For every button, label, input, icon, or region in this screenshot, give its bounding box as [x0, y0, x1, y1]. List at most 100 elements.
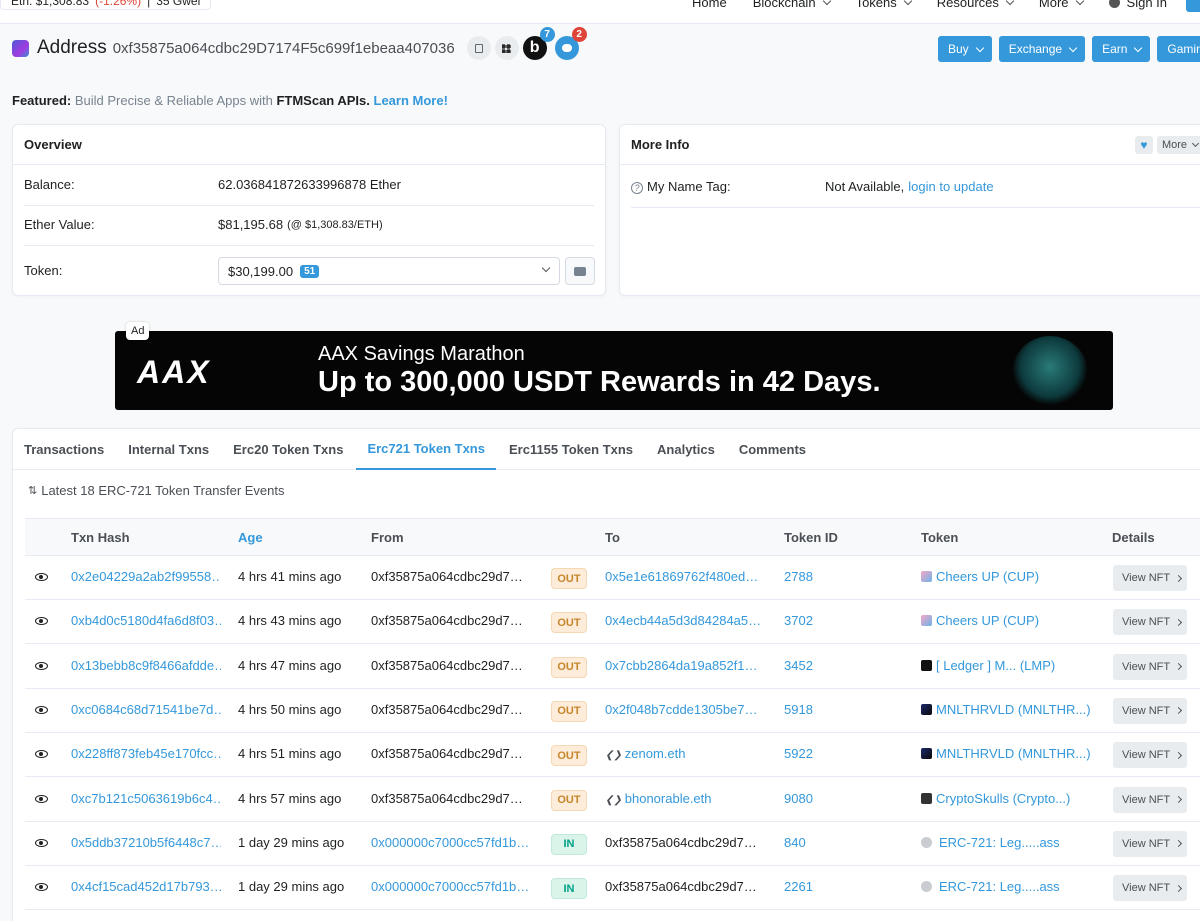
view-details-eye-button[interactable] [31, 879, 51, 895]
view-nft-button[interactable]: View NFT [1113, 609, 1187, 636]
ens-icon: ❮❯ [605, 794, 622, 806]
chevron-down-icon [822, 0, 831, 6]
eth-price: Eth: $1,308.83 [11, 0, 90, 8]
token-link[interactable]: MNLTHRVLD (MNLTHR...) [921, 702, 1101, 717]
txn-hash-link[interactable]: 0xc7b121c5063619b6c4… [71, 791, 221, 806]
network-switch-button[interactable] [1186, 0, 1200, 12]
txn-age: 4 hrs 57 mins ago [238, 790, 342, 806]
chevron-right-icon [1175, 884, 1183, 892]
login-to-update-link[interactable]: login to update [908, 179, 993, 194]
chevron-down-icon [1068, 43, 1078, 52]
txn-hash-link[interactable]: 0x2e04229a2ab2f99558… [71, 569, 221, 584]
view-nft-button[interactable]: View NFT [1113, 830, 1187, 857]
token-link[interactable]: Cheers UP (CUP) [921, 613, 1101, 628]
txn-hash-link[interactable]: 0x13bebb8c9f8466afdde… [71, 658, 221, 673]
view-details-eye-button[interactable] [31, 702, 51, 718]
chat-button[interactable]: 2 [554, 27, 587, 60]
token-portfolio-button[interactable] [565, 257, 595, 285]
ether-value: $81,195.68 [218, 217, 284, 232]
token-id-link[interactable]: 3702 [784, 613, 813, 628]
token-link[interactable]: [ Ledger ] M... (LMP) [921, 658, 1101, 673]
tab-internal-txns[interactable]: Internal Txns [117, 429, 220, 470]
token-link[interactable]: ERC-721: Leg.....ass [921, 879, 1101, 894]
question-icon: ? [631, 182, 643, 194]
table-row: 0xb4d0c5180d4fa6d8f03… 4 hrs 43 mins ago 0… [25, 600, 1200, 645]
sign-in-link[interactable]: Sign In [1108, 0, 1167, 10]
more-info-card: More Info ♥ More ? My Name Tag: Not Avail… [619, 124, 1200, 296]
copy-icon [474, 43, 483, 53]
txn-age: 4 hrs 50 mins ago [238, 701, 342, 717]
txn-hash-link[interactable]: 0x228ff873feb45e170fcc… [71, 746, 221, 761]
more-dropdown-button[interactable]: More [1156, 135, 1200, 154]
nav-home[interactable]: Home [692, 0, 727, 10]
from-address: 0xf35875a064cdbc29d7… [371, 613, 523, 629]
eth-price-chip: Eth: $1,308.83 (-1.26%) | 35 Gwei [0, 0, 212, 10]
tab-erc721-token-txns[interactable]: Erc721 Token Txns [356, 429, 496, 470]
view-details-eye-button[interactable] [31, 569, 51, 585]
buy-button[interactable]: Buy [938, 36, 992, 62]
txn-age: 4 hrs 51 mins ago [238, 746, 342, 762]
txn-hash-link[interactable]: 0x5ddb37210b5f6448c7… [71, 835, 221, 850]
token-link[interactable]: ERC-721: Leg.....ass [921, 835, 1101, 850]
nav-resources[interactable]: Resources [937, 0, 1015, 10]
qr-code-button[interactable] [494, 36, 519, 60]
view-details-eye-button[interactable] [31, 658, 51, 674]
token-link[interactable]: Cheers UP (CUP) [921, 569, 1101, 584]
nav-tokens[interactable]: Tokens [856, 0, 913, 10]
view-details-eye-button[interactable] [31, 791, 51, 807]
view-nft-button[interactable]: View NFT [1113, 565, 1187, 591]
token-id-link[interactable]: 840 [784, 835, 806, 850]
watchlist-heart-button[interactable]: ♥ [1134, 135, 1153, 154]
view-nft-button[interactable]: View NFT [1113, 742, 1187, 769]
to-address[interactable]: 0x4ecb44a5d3d84284a5… [605, 613, 765, 628]
nav-more[interactable]: More [1039, 0, 1084, 10]
qr-code-icon [502, 43, 512, 53]
view-details-eye-button[interactable] [31, 613, 51, 629]
from-address[interactable]: 0x000000c7000cc57fd1b… [371, 879, 531, 894]
view-details-eye-button[interactable] [31, 746, 51, 762]
eth-price-change: (-1.26%) [95, 0, 142, 8]
view-nft-button[interactable]: View NFT [1113, 786, 1187, 813]
direction-badge: IN [551, 833, 587, 855]
exchange-button[interactable]: Exchange [998, 36, 1086, 62]
earn-button[interactable]: Earn [1092, 36, 1151, 62]
to-address[interactable]: ❮❯ zenom.eth [605, 746, 765, 761]
blockscan-button[interactable]: b 7 [522, 27, 555, 60]
tab-erc1155-token-txns[interactable]: Erc1155 Token Txns [498, 429, 644, 470]
tab-transactions[interactable]: Transactions [13, 429, 115, 470]
token-id-link[interactable]: 3452 [784, 658, 813, 673]
from-address[interactable]: 0x000000c7000cc57fd1b… [371, 835, 531, 850]
tab-analytics[interactable]: Analytics [646, 429, 726, 470]
token-id-link[interactable]: 9080 [784, 791, 813, 806]
to-address[interactable]: 0x5e1e61869762f480ed… [605, 569, 765, 584]
direction-badge: IN [551, 878, 587, 900]
token-id-link[interactable]: 5922 [784, 746, 813, 761]
txn-hash-link[interactable]: 0xb4d0c5180d4fa6d8f03… [71, 613, 221, 628]
txn-hash-link[interactable]: 0x4cf15cad452d17b793… [71, 879, 221, 894]
tab-erc20-token-txns[interactable]: Erc20 Token Txns [222, 429, 354, 470]
to-address[interactable]: ❮❯ bhonorable.eth [605, 791, 765, 806]
gaming-button[interactable]: Gaming [1157, 36, 1200, 62]
ad-headline: AAX Savings Marathon [318, 343, 525, 365]
token-id-link[interactable]: 2261 [784, 879, 813, 894]
to-address[interactable]: 0x2f048b7cdde1305be7… [605, 702, 765, 717]
token-id-link[interactable]: 5918 [784, 702, 813, 717]
featured-learn-more-link[interactable]: Learn More! [370, 93, 448, 108]
token-id-link[interactable]: 2788 [784, 569, 813, 584]
view-details-eye-button[interactable] [31, 835, 51, 851]
txn-hash-link[interactable]: 0xc0684c68d71541be7d… [71, 702, 221, 717]
token-holdings-dropdown[interactable]: $30,199.00 51 [218, 257, 560, 285]
token-link[interactable]: MNLTHRVLD (MNLTHR...) [921, 746, 1101, 761]
nav-blockchain[interactable]: Blockchain [753, 0, 831, 10]
to-address[interactable]: 0x7cbb2864da19a852f1… [605, 658, 765, 673]
view-nft-button[interactable]: View NFT [1113, 653, 1187, 680]
token-logo-icon [921, 881, 932, 893]
token-link[interactable]: CryptoSkulls (Crypto...) [921, 791, 1101, 806]
ad-banner[interactable]: AAX AAX Savings Marathon Up to 300,000 U… [115, 331, 1113, 410]
direction-badge: OUT [551, 568, 587, 589]
view-nft-button[interactable]: View NFT [1113, 697, 1187, 724]
tab-comments[interactable]: Comments [728, 429, 817, 470]
view-nft-button[interactable]: View NFT [1113, 875, 1187, 902]
copy-address-button[interactable] [466, 36, 491, 60]
col-age[interactable]: Age [238, 530, 263, 545]
